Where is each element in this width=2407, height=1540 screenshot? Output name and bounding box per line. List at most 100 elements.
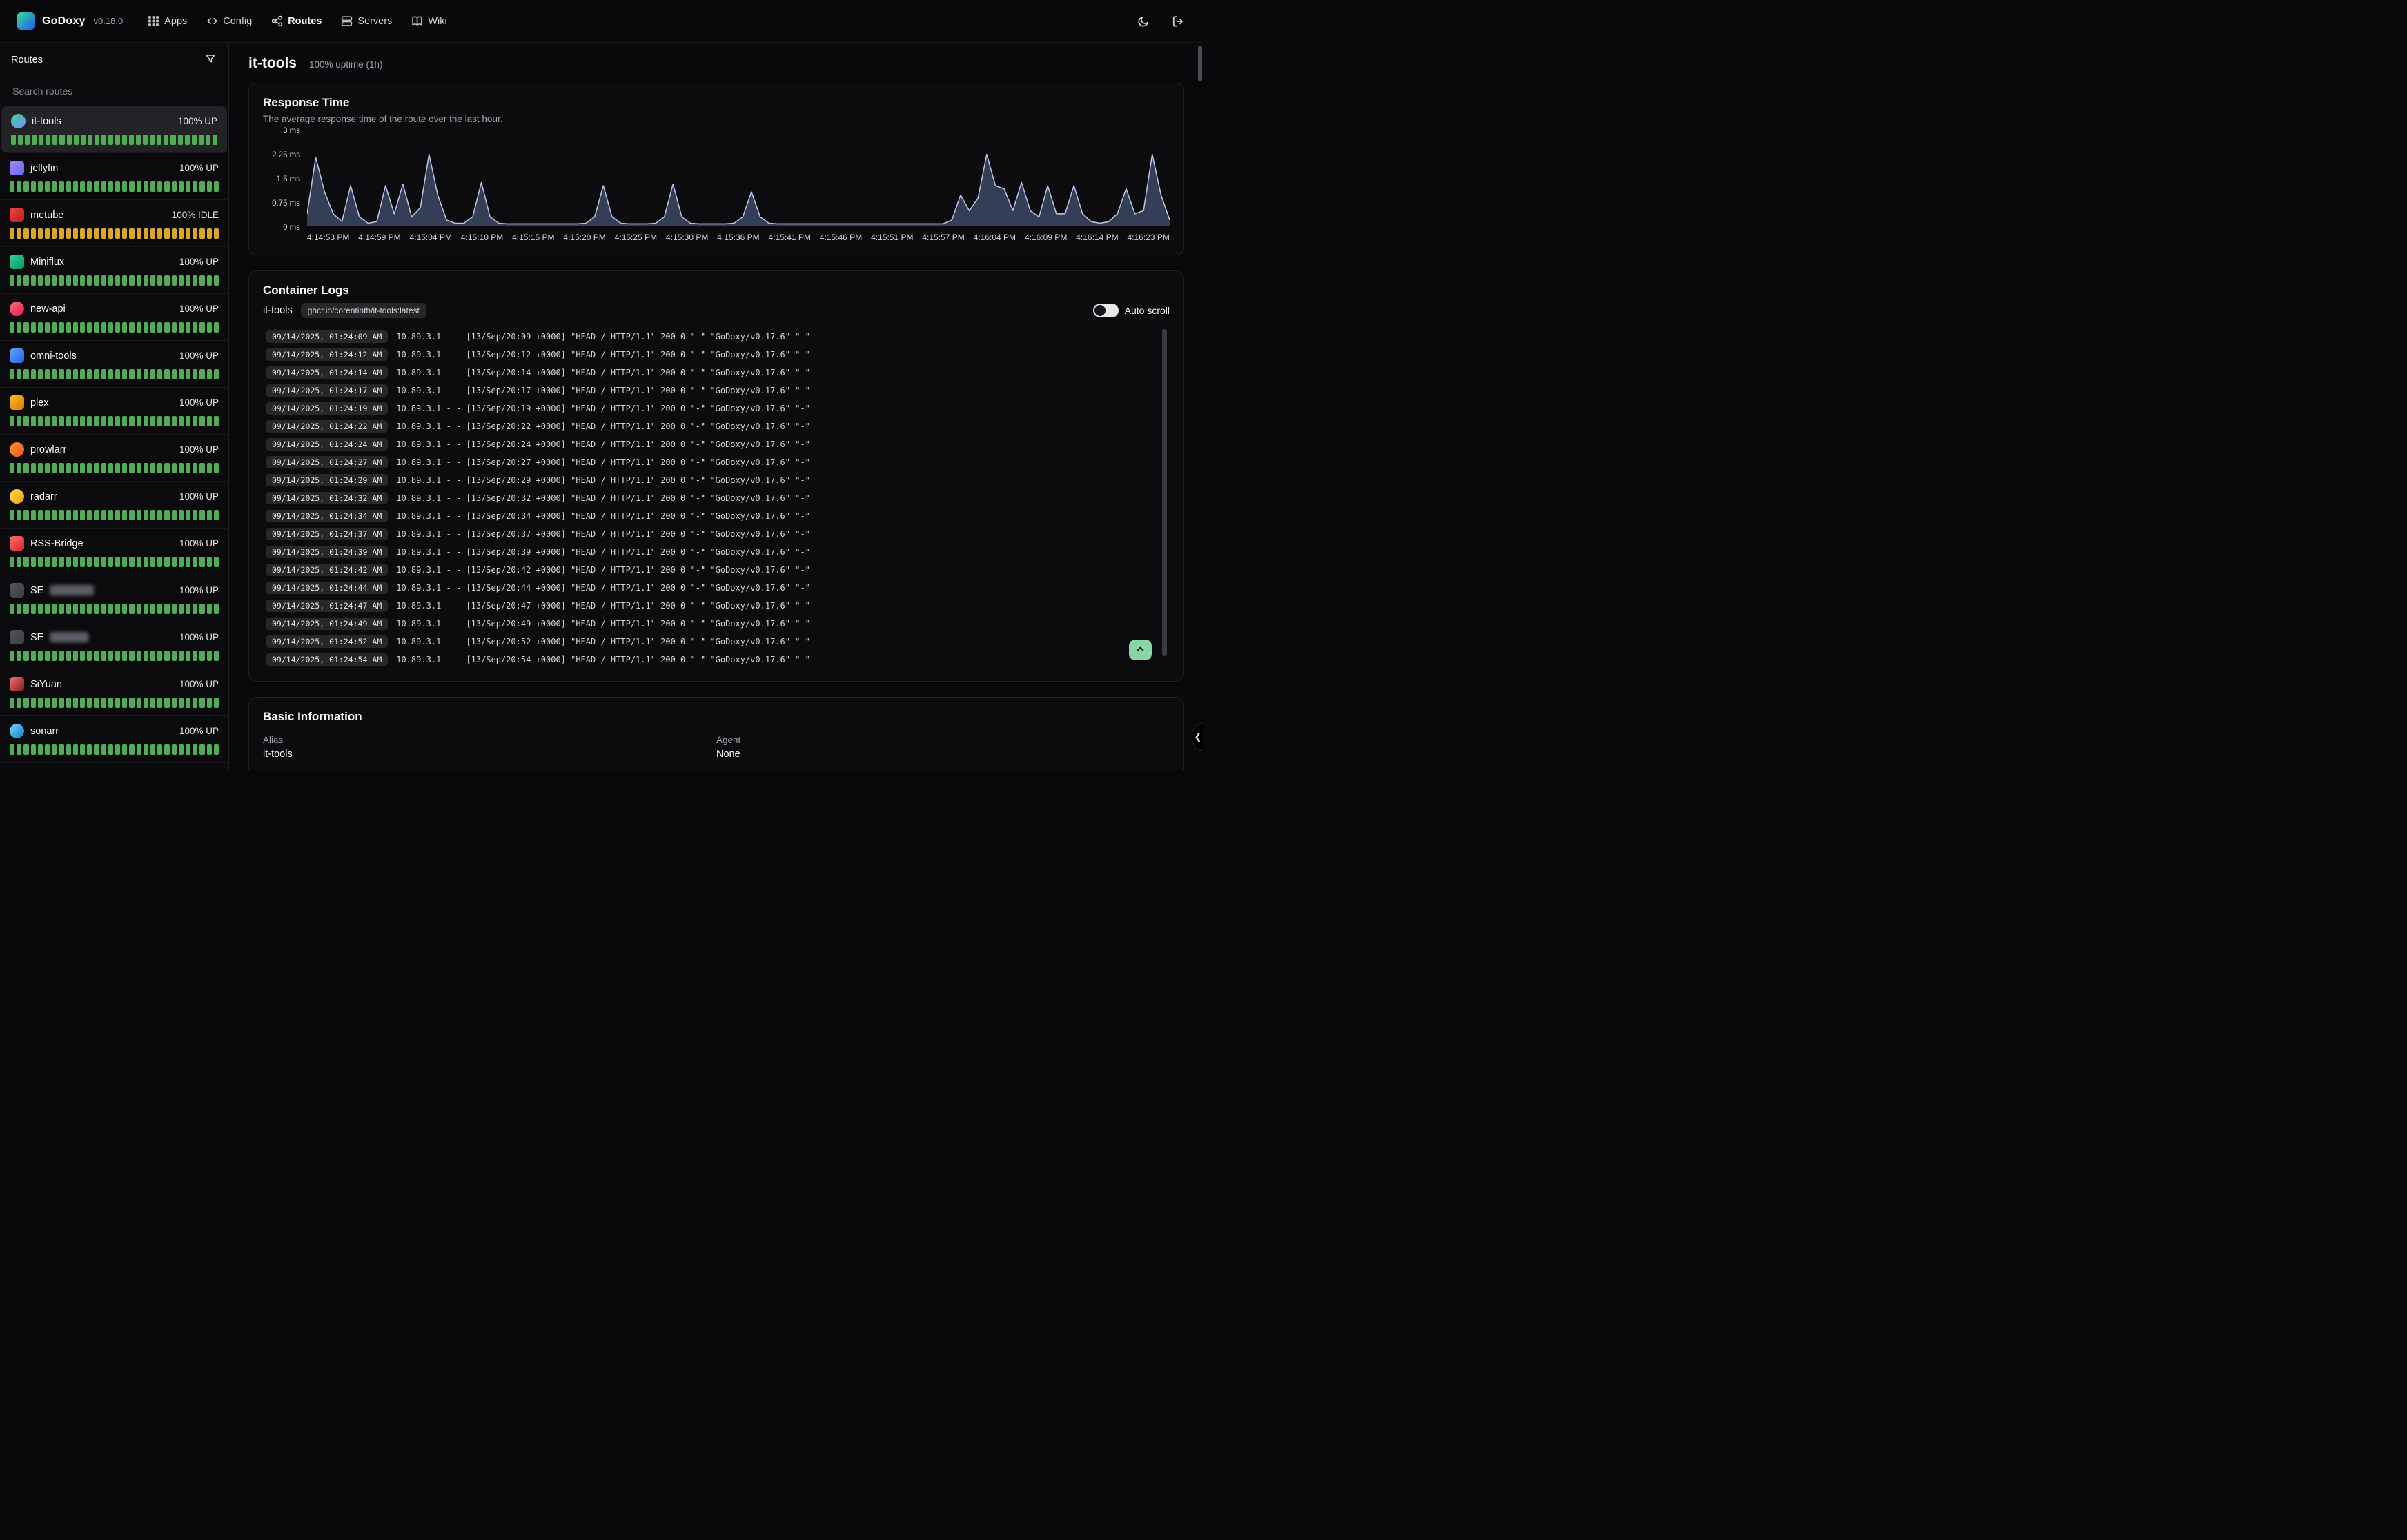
route-row: radarr 100% UP — [10, 489, 219, 504]
uptime-bar — [207, 744, 212, 755]
brand[interactable]: GoDoxy v0.18.0 — [17, 12, 123, 30]
x-tick: 4:15:51 PM — [871, 233, 913, 242]
route-row: SiYuan 100% UP — [10, 677, 219, 691]
filter-routes-button[interactable] — [204, 52, 217, 68]
uptime-bars — [11, 135, 217, 145]
uptime-bar — [186, 510, 190, 520]
route-item-plex[interactable]: plex 100% UP — [0, 388, 228, 435]
log-message: 10.89.3.1 - - [13/Sep/20:29 +0000] "HEAD… — [396, 475, 810, 485]
uptime-bar — [143, 135, 148, 145]
log-row: 09/14/2025, 01:24:12 AM10.89.3.1 - - [13… — [263, 346, 1156, 364]
uptime-bar — [10, 698, 14, 708]
uptime-bar — [172, 651, 177, 661]
uptime-bar — [144, 416, 148, 426]
uptime-bar — [73, 744, 78, 755]
uptime-bar — [59, 369, 63, 379]
autoscroll-toggle[interactable] — [1093, 304, 1119, 317]
route-item-jellyfin[interactable]: jellyfin 100% UP — [0, 153, 228, 200]
route-row: SE 100% UP — [10, 630, 219, 644]
logout-button[interactable] — [1169, 12, 1187, 30]
main-header: it-tools 100% uptime (1h) — [248, 55, 1184, 72]
uptime-bar — [193, 228, 197, 239]
uptime-bars — [10, 651, 219, 661]
uptime-bar — [137, 181, 141, 192]
uptime-bar — [172, 510, 177, 520]
route-item-omni-tools[interactable]: omni-tools 100% UP — [0, 341, 228, 388]
route-status: 100% UP — [179, 726, 219, 736]
uptime-bar — [73, 651, 78, 661]
uptime-bar — [94, 322, 99, 333]
uptime-bar — [17, 604, 21, 614]
log-timestamp: 09/14/2025, 01:24:19 AM — [266, 402, 388, 415]
route-item-it-tools[interactable]: it-tools 100% UP — [1, 106, 227, 153]
uptime-bar — [214, 416, 219, 426]
route-item-sonarr[interactable]: sonarr 100% UP — [0, 716, 228, 763]
log-row: 09/14/2025, 01:24:17 AM10.89.3.1 - - [13… — [263, 382, 1156, 399]
uptime-bar — [186, 744, 190, 755]
log-rows: 09/14/2025, 01:24:09 AM10.89.3.1 - - [13… — [263, 328, 1156, 669]
theme-toggle-button[interactable] — [1134, 12, 1152, 30]
log-row: 09/14/2025, 01:24:29 AM10.89.3.1 - - [13… — [263, 471, 1156, 489]
route-item-miniflux[interactable]: Miniflux 100% UP — [0, 247, 228, 294]
log-timestamp: 09/14/2025, 01:24:34 AM — [266, 510, 388, 522]
uptime-bar — [157, 135, 161, 145]
field-value: None — [716, 749, 1170, 760]
page-scrollbar-thumb[interactable] — [1198, 46, 1202, 81]
uptime-bar — [66, 651, 71, 661]
route-item-se[interactable]: SE 100% UP — [0, 622, 228, 669]
uptime-bar — [172, 275, 177, 286]
log-scrollbar-thumb[interactable] — [1162, 329, 1167, 656]
route-item-prowlarr[interactable]: prowlarr 100% UP — [0, 435, 228, 482]
route-name: new-api — [30, 304, 66, 315]
uptime-bar — [157, 557, 162, 567]
uptime-bar — [214, 463, 219, 473]
log-timestamp: 09/14/2025, 01:24:52 AM — [266, 635, 388, 648]
route-item-new-api[interactable]: new-api 100% UP — [0, 294, 228, 341]
uptime-bar — [73, 416, 78, 426]
log-message: 10.89.3.1 - - [13/Sep/20:27 +0000] "HEAD… — [396, 457, 810, 467]
uptime-bar — [108, 557, 113, 567]
brand-name: GoDoxy — [42, 15, 86, 28]
route-item-siyuan[interactable]: SiYuan 100% UP — [0, 669, 228, 716]
response-time-chart — [307, 132, 1170, 226]
route-item-rss-bridge[interactable]: RSS-Bridge 100% UP — [0, 529, 228, 575]
uptime-bar — [179, 322, 184, 333]
nav-item-apps[interactable]: Apps — [148, 15, 187, 27]
search-routes-input[interactable] — [11, 85, 217, 97]
uptime-bar — [172, 369, 177, 379]
x-axis-labels: 4:14:53 PM4:14:59 PM4:15:04 PM4:15:10 PM… — [307, 233, 1170, 242]
uptime-bar — [80, 744, 85, 755]
nav-item-routes[interactable]: Routes — [271, 15, 322, 27]
uptime-bar — [164, 416, 169, 426]
uptime-bar — [38, 557, 43, 567]
uptime-bar — [199, 369, 204, 379]
x-tick: 4:14:59 PM — [358, 233, 400, 242]
uptime-bar — [94, 275, 99, 286]
nav-item-servers[interactable]: Servers — [341, 15, 392, 27]
route-item-se[interactable]: SE 100% UP — [0, 575, 228, 622]
log-viewer: 09/14/2025, 01:24:09 AM10.89.3.1 - - [13… — [263, 328, 1170, 669]
it-tools-icon — [11, 114, 26, 128]
uptime-bar — [45, 322, 50, 333]
uptime-bar — [59, 275, 63, 286]
uptime-bar — [214, 651, 219, 661]
nav-item-config[interactable]: Config — [206, 15, 252, 27]
nav-item-wiki[interactable]: Wiki — [411, 15, 446, 27]
uptime-bar — [38, 322, 43, 333]
uptime-bar — [214, 698, 219, 708]
code-icon — [206, 15, 218, 27]
uptime-bar — [73, 369, 78, 379]
uptime-bar — [45, 744, 50, 755]
uptime-bar — [199, 416, 204, 426]
uptime-bar — [144, 698, 148, 708]
scroll-to-top-button[interactable] — [1129, 640, 1152, 660]
uptime-bar — [115, 510, 120, 520]
route-item-metube[interactable]: metube 100% IDLE — [0, 200, 228, 247]
uptime-bar — [150, 181, 155, 192]
route-item-radarr[interactable]: radarr 100% UP — [0, 482, 228, 529]
route-name: Miniflux — [30, 257, 64, 268]
uptime-bars — [10, 744, 219, 755]
uptime-bar — [164, 369, 169, 379]
uptime-bar — [150, 744, 155, 755]
uptime-bar — [17, 322, 21, 333]
